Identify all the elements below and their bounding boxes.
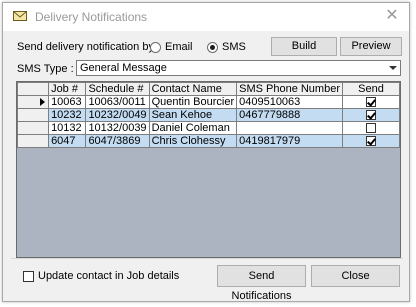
table-row[interactable]: 10063 10063/0011 Quentin Bourcier 040951… xyxy=(17,95,400,109)
cell-job[interactable]: 10132 xyxy=(48,121,87,135)
send-notifications-button[interactable]: Send Notifications xyxy=(217,265,306,302)
row-header[interactable] xyxy=(17,134,50,148)
close-button[interactable]: Close xyxy=(311,265,400,287)
cell-phone[interactable]: 0419817979 xyxy=(236,134,343,148)
preview-button[interactable]: Preview xyxy=(340,37,402,56)
cell-send[interactable] xyxy=(342,108,400,122)
sms-type-value: General Message xyxy=(80,62,167,74)
cell-send[interactable] xyxy=(342,95,400,109)
cell-contact[interactable]: Quentin Bourcier xyxy=(148,95,238,109)
send-checkbox[interactable] xyxy=(366,97,376,108)
divider xyxy=(11,258,403,259)
column-header-contact[interactable]: Contact Name xyxy=(148,82,238,96)
cell-phone[interactable]: 0467779888 xyxy=(236,108,343,122)
column-header-phone[interactable]: SMS Phone Number xyxy=(236,82,343,96)
build-button[interactable]: Build xyxy=(271,37,337,56)
cell-schedule[interactable]: 10063/0011 xyxy=(85,95,150,109)
dialog-window: Delivery Notifications ✕ Send delivery n… xyxy=(2,2,410,302)
cell-job[interactable]: 10063 xyxy=(48,95,87,109)
email-radio[interactable] xyxy=(150,42,161,53)
cell-contact[interactable]: Chris Clohessy xyxy=(148,134,238,148)
title-bar: Delivery Notifications ✕ xyxy=(3,3,409,31)
row-header[interactable] xyxy=(17,95,50,109)
cell-schedule[interactable]: 6047/3869 xyxy=(85,134,150,148)
column-header-schedule[interactable]: Schedule # xyxy=(85,82,150,96)
row-header[interactable] xyxy=(17,108,50,122)
row-pointer-icon xyxy=(40,98,45,106)
window-title: Delivery Notifications xyxy=(35,10,148,24)
sms-type-select[interactable]: General Message xyxy=(76,60,401,76)
send-checkbox[interactable] xyxy=(366,123,376,134)
cell-contact[interactable]: Sean Kehoe xyxy=(148,108,238,122)
table-row[interactable]: 6047 6047/3869 Chris Clohessy 0419817979 xyxy=(17,134,400,148)
sms-type-label: SMS Type : xyxy=(17,63,74,75)
cell-job[interactable]: 6047 xyxy=(48,134,87,148)
cell-send[interactable] xyxy=(342,134,400,148)
column-header-job[interactable]: Job # xyxy=(48,82,87,96)
table-row[interactable]: 10132 10132/0039 Daniel Coleman xyxy=(17,121,400,135)
row-header-corner xyxy=(17,82,50,96)
sms-radio-label: SMS xyxy=(222,41,246,53)
table-row[interactable]: 10232 10232/0049 Sean Kehoe 0467779888 xyxy=(17,108,400,122)
cell-phone[interactable] xyxy=(236,121,343,135)
cell-contact[interactable]: Daniel Coleman xyxy=(148,121,238,135)
send-by-label: Send delivery notification by : xyxy=(17,41,161,53)
sms-radio[interactable] xyxy=(207,42,218,53)
envelope-icon xyxy=(13,11,27,21)
send-checkbox[interactable] xyxy=(366,110,376,121)
row-header[interactable] xyxy=(17,121,50,135)
update-contact-label: Update contact in Job details xyxy=(38,270,180,282)
close-icon[interactable]: ✕ xyxy=(383,7,401,25)
chevron-down-icon[interactable] xyxy=(389,66,397,70)
send-checkbox[interactable] xyxy=(366,136,376,147)
email-radio-label: Email xyxy=(165,41,193,53)
grid-header-row: Job # Schedule # Contact Name SMS Phone … xyxy=(17,82,400,96)
notifications-grid[interactable]: Job # Schedule # Contact Name SMS Phone … xyxy=(16,81,401,258)
cell-job[interactable]: 10232 xyxy=(48,108,87,122)
cell-schedule[interactable]: 10132/0039 xyxy=(85,121,150,135)
cell-send[interactable] xyxy=(342,121,400,135)
column-header-send[interactable]: Send xyxy=(342,82,400,96)
update-contact-checkbox[interactable] xyxy=(23,271,34,282)
cell-phone[interactable]: 0409510063 xyxy=(236,95,343,109)
cell-schedule[interactable]: 10232/0049 xyxy=(85,108,150,122)
